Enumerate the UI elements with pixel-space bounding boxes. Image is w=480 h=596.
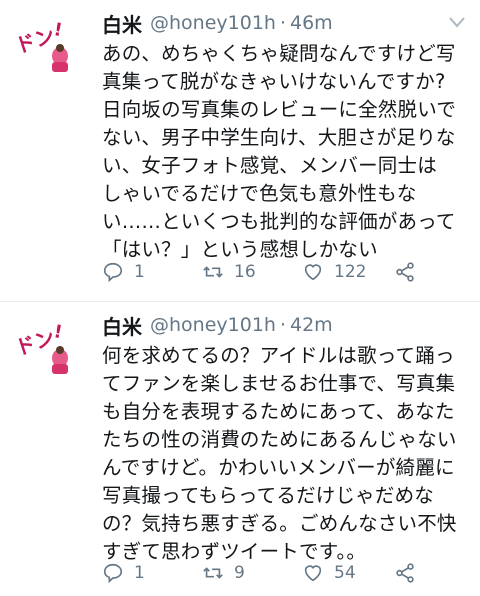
share-button[interactable]: [394, 261, 416, 283]
tweet[interactable]: ドン ! 白米 @honey101h · 46m あの、めちゃくちゃ疑問なんです…: [0, 0, 480, 302]
like-button[interactable]: 54: [302, 562, 394, 584]
timestamp[interactable]: 42m: [290, 314, 333, 336]
retweet-button[interactable]: 9: [202, 562, 302, 584]
like-count: 54: [334, 563, 356, 583]
retweet-button[interactable]: 16: [202, 261, 302, 283]
share-icon: [396, 262, 414, 282]
share-icon: [396, 563, 414, 583]
reply-button[interactable]: 1: [102, 562, 202, 584]
display-name[interactable]: 白米: [102, 311, 142, 340]
heart-icon: [304, 565, 322, 582]
reply-icon: [103, 563, 123, 584]
timestamp[interactable]: 46m: [290, 12, 333, 34]
like-button[interactable]: 122: [302, 261, 394, 283]
svg-text:!: !: [52, 19, 64, 41]
tweet-text: 何を求めてるの？アイドルは歌って踊っ てファンを楽しませるお仕事で、写真集 も自…: [102, 344, 457, 563]
separator: ·: [279, 12, 286, 34]
avatar[interactable]: ドン !: [12, 316, 78, 380]
user-handle[interactable]: @honey101h: [150, 12, 276, 34]
display-name[interactable]: 白米: [102, 9, 142, 38]
like-count: 122: [334, 262, 367, 282]
user-handle[interactable]: @honey101h: [150, 314, 276, 336]
svg-text:!: !: [52, 321, 64, 343]
avatar[interactable]: ドン !: [12, 14, 78, 78]
separator: ·: [279, 314, 286, 336]
caret-down-icon[interactable]: [448, 14, 466, 28]
svg-text:ドン: ドン: [14, 325, 58, 360]
tweet-header: 白米 @honey101h · 46m: [102, 8, 470, 38]
tweet-actions: 1 9 54: [102, 558, 470, 588]
tweet[interactable]: ドン ! 白米 @honey101h · 42m 何を求めてるの？アイドルは歌っ…: [0, 302, 480, 596]
share-button[interactable]: [394, 562, 416, 584]
tweet-actions: 1 16 122: [102, 257, 470, 287]
retweet-icon: [203, 266, 223, 278]
tweet-text: あの、めちゃくちゃ疑問なんですけど写 真集って脱がなきゃいけないんですか? 日向…: [102, 42, 457, 261]
reply-count: 1: [134, 563, 145, 583]
retweet-count: 16: [234, 262, 256, 282]
reply-button[interactable]: 1: [102, 261, 202, 283]
tweet-header: 白米 @honey101h · 42m: [102, 310, 470, 340]
reply-icon: [103, 262, 123, 283]
reply-count: 1: [134, 262, 145, 282]
retweet-icon: [203, 567, 223, 579]
svg-text:ドン: ドン: [14, 23, 58, 58]
retweet-count: 9: [234, 563, 245, 583]
heart-icon: [304, 264, 322, 281]
